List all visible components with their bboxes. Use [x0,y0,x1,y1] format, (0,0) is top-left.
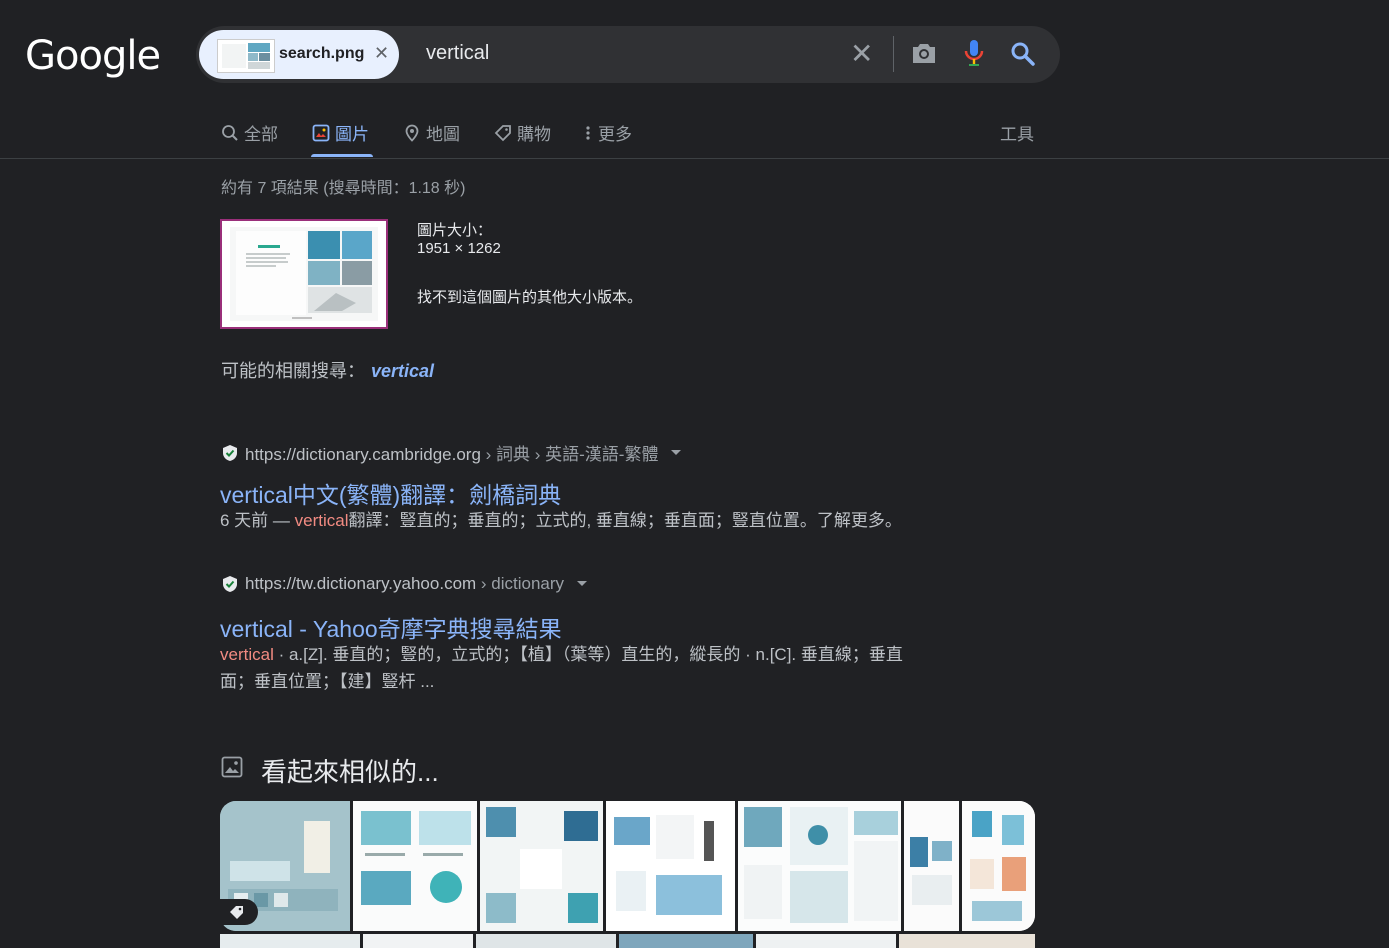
search-input[interactable]: vertical [426,42,489,65]
similar-image[interactable] [352,801,478,931]
search-divider [893,36,894,72]
similar-image[interactable] [756,934,896,948]
image-size-value: 1951 × 1262 [417,240,501,257]
image-icon [312,124,330,141]
similar-image[interactable] [220,934,360,948]
snippet-highlight: vertical [220,645,274,664]
map-pin-icon [405,124,419,142]
result-stats: 約有 7 項結果 (搜尋時間：1.18 秒) [221,180,466,197]
chip-remove-icon[interactable]: ✕ [374,43,389,64]
similar-image[interactable] [480,801,603,931]
camera-icon[interactable] [910,40,938,71]
tab-images[interactable]: 圖片 [312,120,369,145]
similar-images-title: 看起來相似的... [261,757,439,787]
similar-image[interactable] [962,801,1035,931]
chip-filename: search.png [279,45,365,62]
image-icon [221,756,243,783]
snippet-text-line2: 面；垂直位置；【建】豎杆 ... [220,672,435,691]
result-url: https://dictionary.cambridge.org [245,445,481,464]
result-breadcrumb: › dictionary [476,574,565,593]
similar-image[interactable] [899,934,1035,948]
result-breadcrumb: › 詞典 › 英語-漢語-繁體 [480,445,659,464]
microphone-icon[interactable] [962,38,986,73]
active-tab-indicator [311,154,373,157]
result-snippet: 6 天前 — vertical翻譯：豎直的；垂直的；立式的, 垂直線；垂直面；豎… [220,507,902,534]
tab-more[interactable]: 更多 [583,120,632,145]
no-other-sizes-text: 找不到這個圖片的其他大小版本。 [417,289,643,306]
related-search-link[interactable]: vertical [371,361,434,381]
snippet-date: 6 天前 — [220,511,295,530]
similar-image[interactable] [605,801,736,931]
chip-thumbnail [217,39,275,73]
snippet-text: · a.[Z]. 垂直的；豎的，立式的；【植】（葉等）直生的，縱長的 · n.[… [273,645,903,664]
tab-label: 全部 [244,125,278,144]
search-icon[interactable] [1009,40,1037,73]
verified-shield-icon [223,444,237,461]
result-title[interactable]: vertical - Yahoo奇摩字典搜尋結果 [220,610,562,644]
more-vert-icon [586,125,590,140]
tab-all[interactable]: 全部 [221,120,278,145]
result-cite[interactable]: https://tw.dictionary.yahoo.com › dictio… [221,574,588,594]
tab-maps[interactable]: 地圖 [403,120,460,145]
chevron-down-icon[interactable] [670,449,682,457]
google-logo[interactable]: Google [25,33,161,79]
similar-images-row-2 [220,934,1035,948]
result-cite[interactable]: https://dictionary.cambridge.org › 詞典 › … [221,440,682,465]
tab-label: 地圖 [426,125,460,144]
image-size-label: 圖片大小： [417,222,493,239]
related-search-label: 可能的相關搜尋： [221,361,365,381]
similar-image[interactable] [904,801,960,931]
query-image-thumbnail[interactable] [220,219,388,329]
tab-label: 圖片 [335,125,369,144]
similar-image[interactable] [363,934,473,948]
similar-image[interactable] [476,934,616,948]
similar-image[interactable] [619,934,753,948]
snippet-highlight: vertical [294,511,349,530]
clear-icon[interactable]: ✕ [850,37,873,70]
result-title[interactable]: vertical中文(繁體)翻譯：劍橋詞典 [220,476,561,510]
result-url: https://tw.dictionary.yahoo.com [245,574,477,593]
tab-label: 購物 [517,125,551,144]
tab-shopping[interactable]: 購物 [494,120,551,145]
similar-images-grid [220,801,1035,931]
tab-divider [0,158,1389,159]
search-icon [222,124,238,141]
tools-button[interactable]: 工具 [1000,120,1034,145]
snippet-text: 翻譯：豎直的；垂直的；立式的, 垂直線；垂直面；豎直位置。了解更多。 [348,511,902,530]
verified-shield-icon [223,576,237,592]
tab-label: 更多 [598,125,632,144]
chevron-down-icon[interactable] [576,580,588,588]
related-search: 可能的相關搜尋： vertical [221,357,434,383]
result-snippet: vertical · a.[Z]. 垂直的；豎的，立式的；【植】（葉等）直生的，… [220,641,950,695]
tag-icon [494,124,511,141]
similar-image[interactable] [738,801,902,931]
tag-badge[interactable] [220,899,258,925]
